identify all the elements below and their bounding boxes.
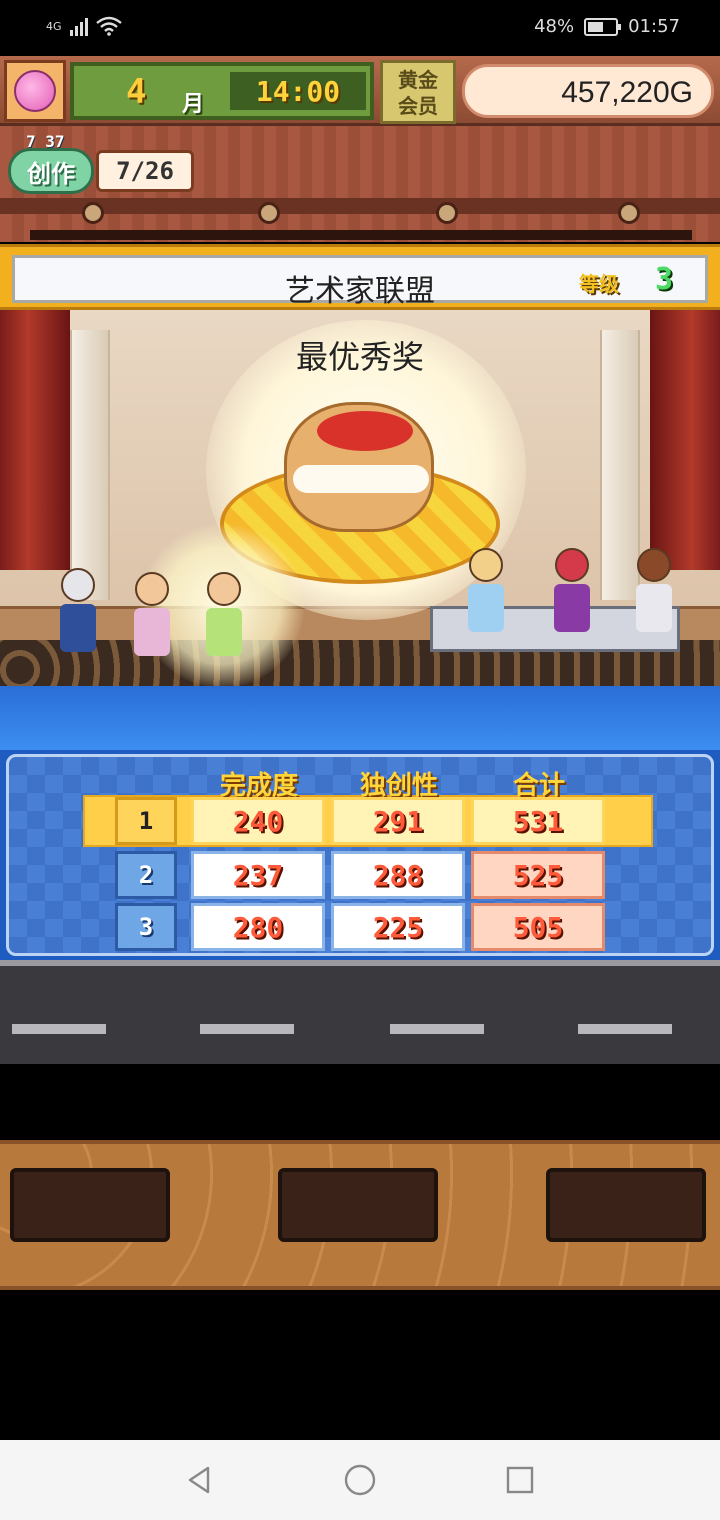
bottom-menu-panel [0, 1140, 720, 1290]
tree-avatar[interactable] [4, 60, 66, 122]
month-label: 月 [182, 92, 205, 117]
wall-lamp [436, 202, 458, 224]
wall-lamp [258, 202, 280, 224]
game-time: 14:00 [230, 72, 366, 110]
signal-icon [69, 16, 88, 36]
score-banner [0, 686, 720, 750]
wifi-icon [95, 16, 122, 36]
level-value: 3 [654, 262, 673, 297]
contest-title-bar: 艺术家联盟 等级 3 [0, 244, 720, 310]
score-panel: 完成度 独创性 合计 1 240 291 531 2 237 288 525 3… [0, 750, 720, 960]
rank-3: 3 [115, 903, 177, 951]
money-value: 457,220G [561, 76, 693, 109]
staff-character [132, 572, 172, 658]
home-icon[interactable] [340, 1460, 380, 1500]
award-title: 最优秀奖 [295, 338, 424, 376]
create-counter[interactable]: 7 37 创作 7/26 [4, 132, 194, 198]
menu-slot-1[interactable] [10, 1168, 170, 1242]
system-nav-bar [0, 1440, 720, 1520]
road-strip [0, 960, 720, 1064]
create-count: 7/26 [96, 150, 194, 192]
battery-percent: 48% [534, 16, 575, 37]
score-originality: 291 [331, 797, 465, 845]
status-bar: 4G 48% 01:57 [0, 0, 720, 56]
staff-character [204, 572, 244, 658]
money-display: 457,220G [462, 64, 714, 118]
menu-slot-3[interactable] [546, 1168, 706, 1242]
score-originality: 288 [331, 851, 465, 899]
battery-icon [584, 17, 622, 36]
back-icon[interactable] [180, 1460, 220, 1500]
recents-icon[interactable] [500, 1460, 540, 1500]
chef-character [58, 568, 98, 654]
create-label: 创作 [8, 148, 94, 194]
wall-lamp [82, 202, 104, 224]
menu-slot-2[interactable] [278, 1168, 438, 1242]
game-hud: 4 月 14:00 黄金 会员 457,220G [0, 56, 720, 126]
score-total: 531 [471, 797, 605, 845]
level-label: 等级 [579, 272, 619, 296]
judge-character [466, 548, 506, 634]
award-stage: 最优秀奖 [0, 310, 720, 686]
judge-character [634, 548, 674, 634]
date-panel: 4 月 14:00 [70, 62, 374, 120]
score-completion: 240 [191, 797, 325, 845]
rank-2: 2 [115, 851, 177, 899]
gold-member-badge[interactable]: 黄金 会员 [380, 60, 456, 124]
score-originality: 225 [331, 903, 465, 951]
clock: 01:57 [628, 16, 680, 37]
tree-icon [14, 70, 56, 112]
month-number: 4 [126, 72, 147, 112]
rank-1: 1 [115, 797, 177, 845]
judge-character [552, 548, 592, 634]
score-total: 505 [471, 903, 605, 951]
score-total: 525 [471, 851, 605, 899]
score-completion: 237 [191, 851, 325, 899]
wall-lamp [618, 202, 640, 224]
cream-puff-dish [284, 402, 434, 532]
network-type: 4G [46, 19, 62, 33]
score-completion: 280 [191, 903, 325, 951]
